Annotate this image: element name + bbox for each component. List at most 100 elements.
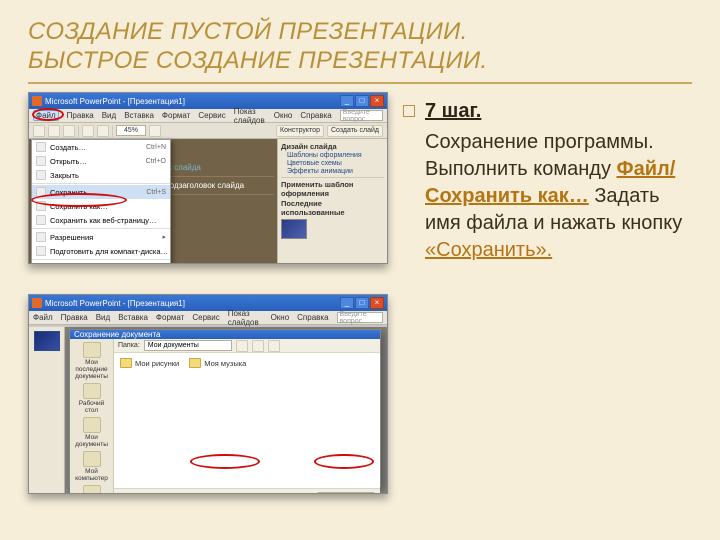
network-icon xyxy=(83,485,101,494)
menu-slideshow[interactable]: Показ слайдов xyxy=(234,107,266,125)
window-titlebar: Microsoft PowerPoint - [Презентация1] _ … xyxy=(29,93,387,109)
slide-title-placeholder: ок слайда xyxy=(164,161,274,174)
save-dialog-bottom: Имя файла: Презентация1 Сохранить Тип фа… xyxy=(114,488,380,494)
file-menu-page-setup[interactable]: Параметры страницы… xyxy=(32,261,170,264)
folder-label: Папка: xyxy=(118,342,140,349)
folder-item[interactable]: Моя музыка xyxy=(189,358,246,368)
instruction-text: 7 шаг. Сохранение программы. Выполнить к… xyxy=(395,90,720,540)
place-desktop[interactable]: Рабочий стол xyxy=(74,383,110,414)
slide-title-line2: БЫСТРОЕ СОЗДАНИЕ ПРЕЗЕНТАЦИИ. xyxy=(28,47,692,76)
help-search-input[interactable]: Введите вопрос xyxy=(340,110,383,121)
place-recent[interactable]: Мои последние документы xyxy=(74,342,110,380)
toolbar: 45% Конструктор Создать слайд xyxy=(29,123,387,139)
task-pane-header: Дизайн слайда xyxy=(281,142,384,151)
close-icon xyxy=(36,170,46,180)
file-menu-close[interactable]: Закрыть xyxy=(32,168,170,182)
maximize-button[interactable]: □ xyxy=(355,297,369,309)
nav-tools-button[interactable] xyxy=(268,340,280,352)
nav-up-button[interactable] xyxy=(252,340,264,352)
toolbar-button[interactable] xyxy=(97,125,109,137)
menu-slideshow[interactable]: Показ слайдов xyxy=(228,309,263,327)
help-search-input[interactable]: Введите вопрос xyxy=(337,312,383,323)
maximize-button[interactable]: □ xyxy=(355,95,369,107)
template-preview[interactable] xyxy=(281,219,307,239)
folder-icon xyxy=(189,358,201,368)
slide-subtitle-placeholder: Подзаголовок слайда xyxy=(164,179,274,192)
folder-toolbar: Папка: Мои документы xyxy=(114,339,380,353)
menu-tools[interactable]: Сервис xyxy=(198,111,225,120)
task-pane-link[interactable]: Цветовые схемы xyxy=(287,160,384,167)
save-button[interactable]: Сохранить xyxy=(317,492,375,494)
menubar: Файл Правка Вид Вставка Формат Сервис По… xyxy=(29,109,387,123)
slide-title-line1: СОЗДАНИЕ ПУСТОЙ ПРЕЗЕНТАЦИИ. xyxy=(28,18,692,47)
slide-thumbnail[interactable] xyxy=(34,331,60,351)
save-icon xyxy=(36,187,46,197)
task-pane-link[interactable]: Эффекты анимации xyxy=(287,168,384,175)
file-menu-save-as-web[interactable]: Сохранить как веб-страницу… xyxy=(32,213,170,227)
task-pane-apply-header: Применить шаблон оформления xyxy=(281,180,384,198)
place-network[interactable]: Мое сетевое окружение xyxy=(74,485,110,494)
menubar: Файл Правка Вид Вставка Формат Сервис По… xyxy=(29,311,387,325)
close-button[interactable]: × xyxy=(370,95,384,107)
screenshot-save-dialog: Microsoft PowerPoint - [Презентация1] _ … xyxy=(28,294,388,494)
step-label: 7 шаг. xyxy=(425,100,481,122)
save-dialog-title: Сохранение документа xyxy=(70,330,380,339)
menu-file[interactable]: Файл xyxy=(33,110,59,121)
filename-input[interactable]: Презентация1 xyxy=(166,493,312,494)
menu-insert[interactable]: Вставка xyxy=(118,313,148,322)
nav-back-button[interactable] xyxy=(236,340,248,352)
web-icon xyxy=(36,215,46,225)
file-menu-dropdown: Создать…Ctrl+N Открыть…Ctrl+O Закрыть Со… xyxy=(31,139,171,264)
file-menu-save-as[interactable]: Сохранить как… xyxy=(32,199,170,213)
menu-format[interactable]: Формат xyxy=(162,111,190,120)
file-menu-new[interactable]: Создать…Ctrl+N xyxy=(32,140,170,154)
file-menu-permissions[interactable]: Разрешения▸ xyxy=(32,230,170,244)
toolbar-button[interactable] xyxy=(82,125,94,137)
computer-icon xyxy=(83,451,101,467)
window-title: Microsoft PowerPoint - [Презентация1] xyxy=(45,97,185,106)
folder-icon xyxy=(83,417,101,433)
file-menu-package-cd[interactable]: Подготовить для компакт-диска… xyxy=(32,244,170,258)
app-icon xyxy=(32,96,42,106)
place-mycomputer[interactable]: Мой компьютер xyxy=(74,451,110,482)
minimize-button[interactable]: _ xyxy=(340,297,354,309)
toolbar-button[interactable] xyxy=(149,125,161,137)
minimize-button[interactable]: _ xyxy=(340,95,354,107)
menu-help[interactable]: Справка xyxy=(300,111,331,120)
task-pane: Дизайн слайда Шаблоны оформления Цветовы… xyxy=(277,139,387,263)
menu-tools[interactable]: Сервис xyxy=(192,313,219,322)
new-icon xyxy=(36,142,46,152)
slide-title-block: СОЗДАНИЕ ПУСТОЙ ПРЕЗЕНТАЦИИ. БЫСТРОЕ СОЗ… xyxy=(0,0,720,90)
menu-window[interactable]: Окно xyxy=(271,313,290,322)
folder-combo[interactable]: Мои документы xyxy=(144,340,232,351)
menu-help[interactable]: Справка xyxy=(297,313,328,322)
menu-view[interactable]: Вид xyxy=(102,111,116,120)
window-title: Microsoft PowerPoint - [Презентация1] xyxy=(45,299,185,308)
lock-icon xyxy=(36,232,46,242)
save-dialog: Сохранение документа Мои последние докум… xyxy=(69,329,381,487)
zoom-combo[interactable]: 45% xyxy=(116,125,146,136)
file-menu-open[interactable]: Открыть…Ctrl+O xyxy=(32,154,170,168)
folder-item[interactable]: Мои рисунки xyxy=(120,358,179,368)
menu-edit[interactable]: Правка xyxy=(61,313,88,322)
menu-window[interactable]: Окно xyxy=(274,111,293,120)
toolbar-separator xyxy=(112,125,113,137)
menu-file[interactable]: Файл xyxy=(33,313,53,322)
folder-list[interactable]: Мои рисунки Моя музыка xyxy=(114,353,380,488)
slide-thumbnail-rail xyxy=(29,327,65,493)
place-mydocs[interactable]: Мои документы xyxy=(74,417,110,448)
toolbar-button[interactable] xyxy=(63,125,75,137)
menu-edit[interactable]: Правка xyxy=(67,111,94,120)
desktop-icon xyxy=(83,383,101,399)
menu-view[interactable]: Вид xyxy=(96,313,110,322)
toolbar-button[interactable] xyxy=(33,125,45,137)
menu-insert[interactable]: Вставка xyxy=(124,111,154,120)
task-pane-link[interactable]: Шаблоны оформления xyxy=(287,152,384,159)
toolbar-new-slide-chip[interactable]: Создать слайд xyxy=(327,125,383,137)
file-menu-save[interactable]: СохранитьCtrl+S xyxy=(32,185,170,199)
menu-format[interactable]: Формат xyxy=(156,313,184,322)
toolbar-button[interactable] xyxy=(48,125,60,137)
open-icon xyxy=(36,156,46,166)
close-button[interactable]: × xyxy=(370,297,384,309)
toolbar-designer-chip[interactable]: Конструктор xyxy=(276,125,324,137)
